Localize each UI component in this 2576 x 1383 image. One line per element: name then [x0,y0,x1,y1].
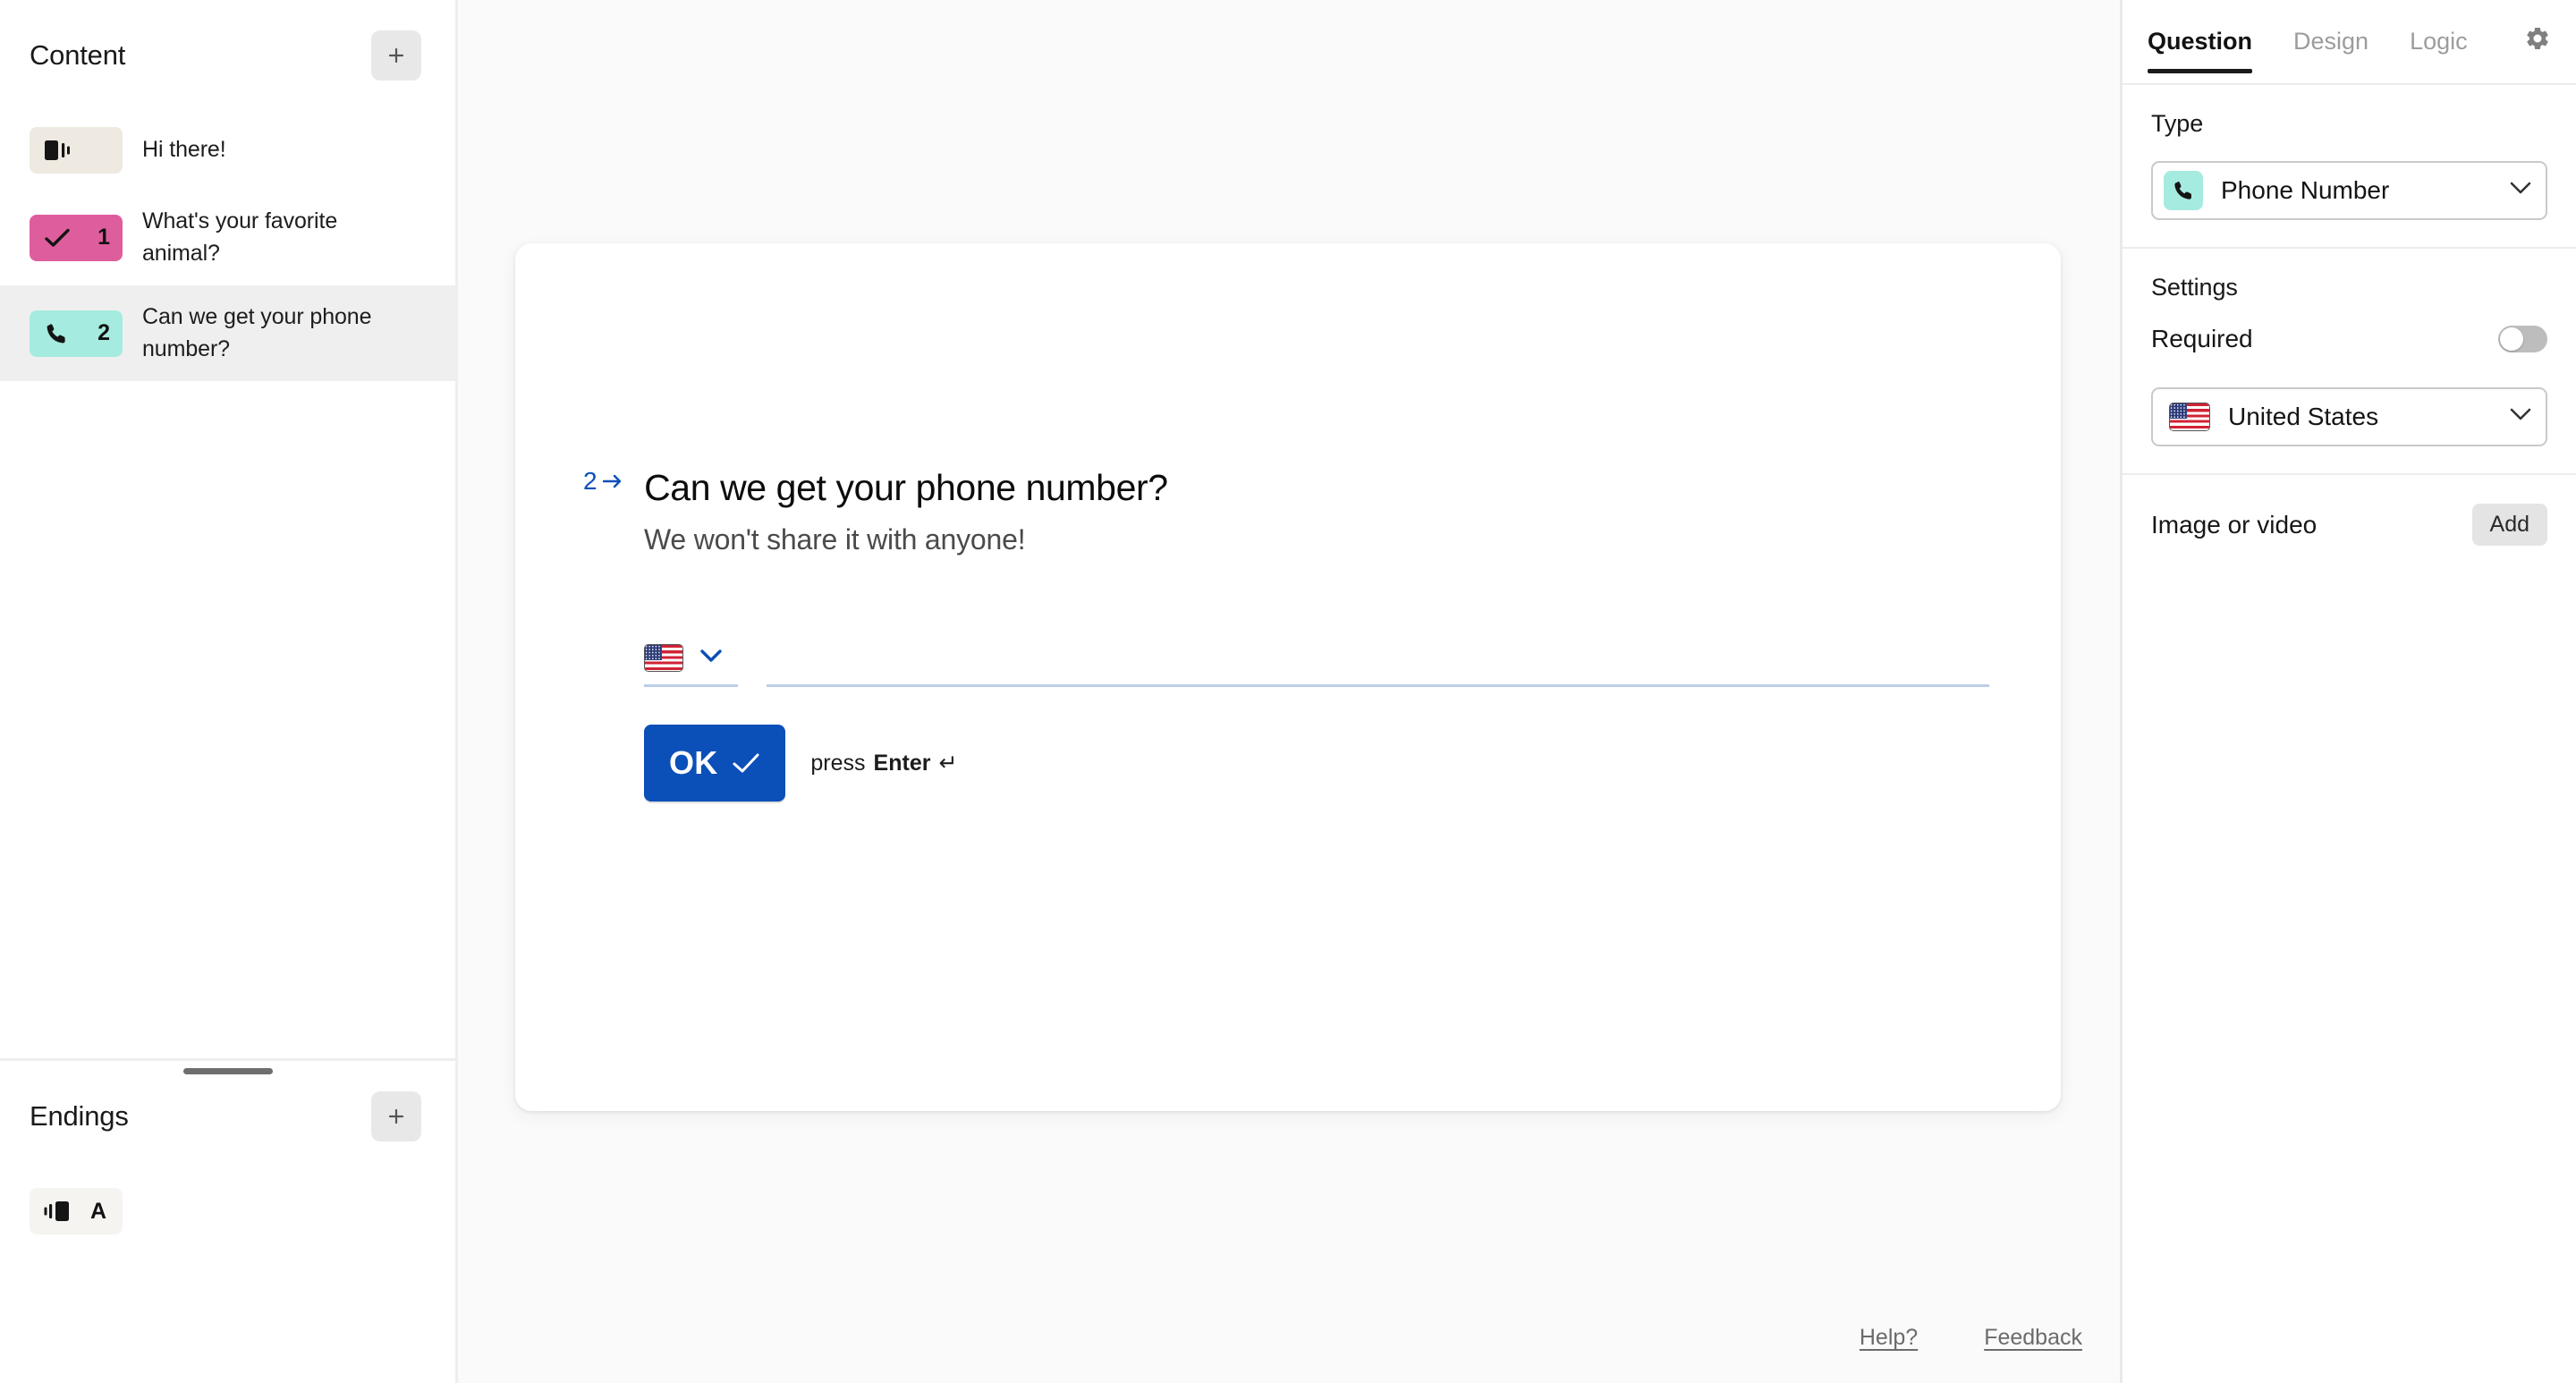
enter-key-icon: ↵ [938,751,958,776]
hint-prefix: press [810,750,866,776]
gear-icon [2527,27,2548,49]
hint-key: Enter [873,750,931,776]
chevron-down-icon [2510,182,2531,199]
phone-chip: 2 [30,310,123,357]
type-section-title: Type [2151,110,2204,137]
app-root: Content Hi there! 1 What's your favorite… [0,0,2576,1383]
question-number: 2 [583,467,598,495]
feedback-link[interactable]: Feedback [1984,1325,2082,1351]
tab-logic[interactable]: Logic [2410,28,2468,72]
settings-section: Settings Required United States [2123,249,2576,475]
content-section-header: Content [0,0,455,111]
ending-chip: A [30,1188,123,1235]
default-country-value: United States [2228,403,2379,430]
sidebar-item-number: 2 [97,320,110,345]
default-country-select[interactable]: United States [2151,387,2547,446]
sidebar-item-label: Hi there! [142,137,226,163]
content-section-title: Content [30,39,126,71]
ok-button-label: OK [669,744,718,781]
help-link[interactable]: Help? [1860,1325,1918,1351]
plus-icon [388,47,404,64]
media-section: Image or video Add [2123,475,2576,573]
sidebar-item-phone-number[interactable]: 2 Can we get your phone number? [0,285,455,381]
chevron-down-icon [2510,408,2531,426]
arrow-right-icon [603,473,623,489]
toggle-knob [2500,327,2523,351]
welcome-screen-icon [45,140,70,160]
multiple-choice-chip: 1 [30,214,123,261]
sidebar-item-favorite-animal[interactable]: 1 What's your favorite animal? [0,190,455,285]
us-flag-icon [644,644,683,672]
check-icon [733,753,759,773]
chevron-down-icon [699,649,723,667]
sidebar-item-label: What's your favorite animal? [142,208,338,266]
question-title-row: 2 Can we get your phone number? [583,467,1989,509]
phone-number-input[interactable] [767,633,1989,684]
endings-item-list: A [0,1172,455,1251]
endings-section-title: Endings [30,1100,129,1132]
settings-gear-button[interactable] [2524,25,2551,52]
submit-row: OK press Enter ↵ [644,725,1989,802]
question-type-value: Phone Number [2221,176,2390,204]
content-item-list: Hi there! 1 What's your favorite animal? [0,111,455,381]
ending-badge: A [90,1198,107,1224]
question-type-select[interactable]: Phone Number [2151,161,2547,220]
add-ending-button[interactable] [371,1091,421,1141]
endings-section: Endings A [0,1061,455,1383]
settings-section-title: Settings [2151,274,2238,301]
question-title: Can we get your phone number? [644,467,1168,508]
plus-icon [388,1108,404,1124]
question-block: 2 Can we get your phone number? We won't… [583,467,1989,802]
ok-button[interactable]: OK [644,725,786,802]
add-media-button[interactable]: Add [2471,504,2547,546]
inspector-tabs: Question Design Logic [2123,0,2576,85]
sidebar-item-welcome[interactable]: Hi there! [0,111,455,190]
endings-section-header: Endings [0,1061,455,1172]
question-preview-card: 2 Can we get your phone number? We won't… [515,243,2061,1111]
us-flag-icon [2169,403,2210,431]
add-content-button[interactable] [371,30,421,81]
sidebar-item-label: Can we get your phone number? [142,304,372,361]
required-toggle[interactable] [2498,326,2547,352]
tab-question[interactable]: Question [2148,28,2253,73]
sidebar-item-number: 1 [97,225,110,250]
type-section: Type Phone Number [2123,85,2576,249]
check-icon [45,228,70,247]
question-description: We won't share it with anyone! [644,523,1026,556]
form-preview-canvas: 2 Can we get your phone number? We won't… [458,0,2120,1383]
sidebar-section-divider [0,1058,455,1074]
inspector-panel: Question Design Logic Type Phone Number [2120,0,2576,1383]
phone-icon [2164,171,2203,210]
required-label: Required [2151,325,2253,352]
phone-number-input-wrapper[interactable] [767,633,1989,687]
country-code-select[interactable] [644,644,738,687]
sidebar-item-ending-a[interactable]: A [0,1172,455,1251]
phone-icon [47,323,65,343]
press-enter-hint: press Enter ↵ [810,750,957,776]
sidebar-resize-handle[interactable] [182,1068,273,1074]
phone-input-row [644,633,1989,687]
media-label: Image or video [2151,510,2318,539]
welcome-chip [30,127,123,174]
tab-design[interactable]: Design [2293,28,2368,72]
sidebar: Content Hi there! 1 What's your favorite… [0,0,458,1383]
ending-screen-icon [44,1201,69,1221]
canvas-footer-links: Help? Feedback [1860,1325,2082,1351]
required-setting-row: Required [2151,325,2547,353]
